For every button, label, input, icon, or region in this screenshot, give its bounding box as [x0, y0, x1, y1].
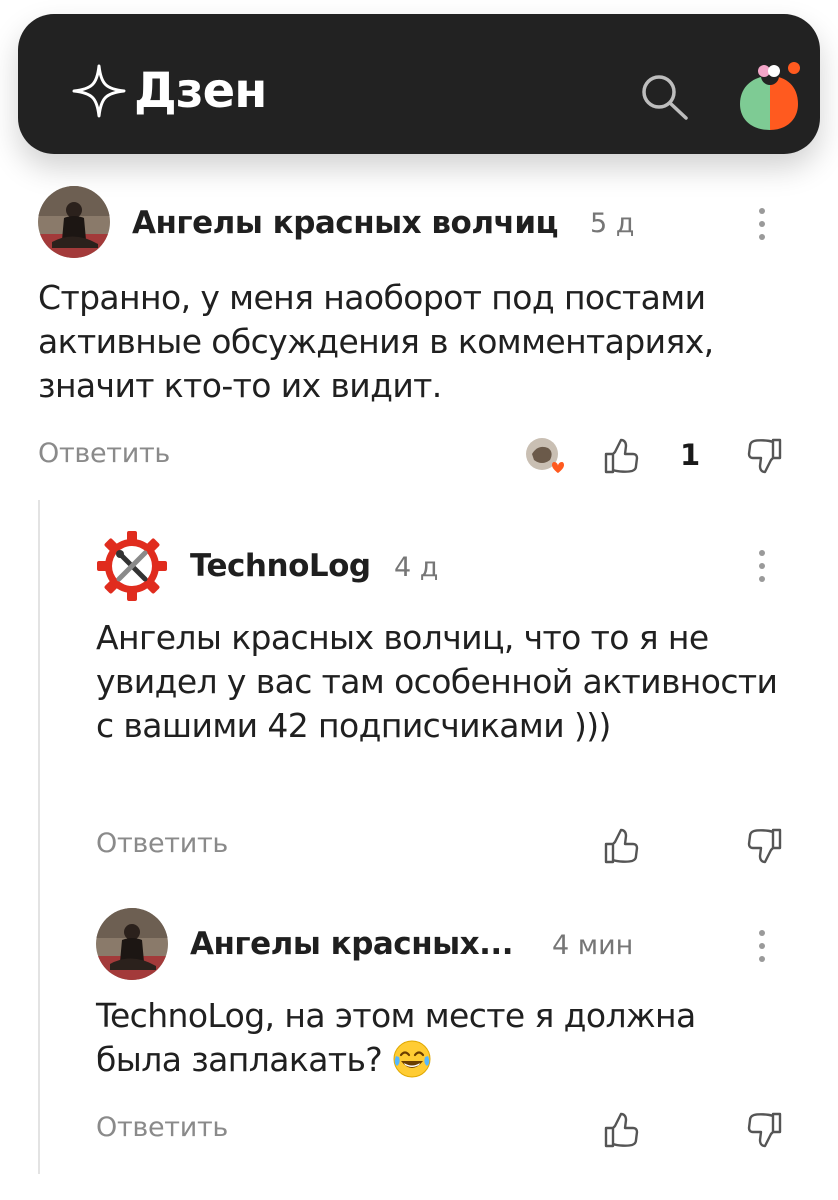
- dzen-logo[interactable]: Дзен: [72, 63, 267, 119]
- comment-text: Странно, у меня наоборот под постами акт…: [38, 278, 714, 405]
- comment-author[interactable]: Ангелы красных...: [190, 926, 513, 962]
- thread-line: [38, 500, 40, 1174]
- comment-time: 5 д: [590, 208, 635, 239]
- thumbs-up-icon: [604, 438, 639, 474]
- dot: [759, 576, 765, 582]
- thumbs-down-icon: [747, 438, 782, 474]
- comment-time: 4 д: [394, 552, 439, 583]
- search-button[interactable]: [638, 72, 692, 122]
- reply-button[interactable]: Ответить: [96, 828, 228, 859]
- comment-author[interactable]: TechnoLog: [190, 548, 371, 584]
- reply-button[interactable]: Ответить: [38, 438, 170, 469]
- dislike-button[interactable]: [744, 436, 784, 476]
- user-photo-icon: [96, 908, 168, 980]
- dot: [759, 221, 765, 227]
- comment-time: 4 мин: [552, 930, 634, 961]
- dot: [759, 208, 765, 214]
- laughing-emoji-icon: [392, 1039, 432, 1079]
- avatar[interactable]: [96, 908, 168, 980]
- like-button[interactable]: [602, 1110, 642, 1150]
- thumbs-up-icon: [604, 1112, 639, 1148]
- comment-text: Ангелы красных волчиц, что то я не увиде…: [96, 618, 778, 745]
- gear-tools-icon: [97, 531, 167, 601]
- account-button[interactable]: [734, 60, 806, 132]
- more-options-button[interactable]: [752, 204, 772, 244]
- dot: [759, 550, 765, 556]
- like-count: 1: [680, 438, 701, 472]
- user-photo-icon: [38, 186, 110, 258]
- more-options-button[interactable]: [752, 546, 772, 586]
- liked-by-author-avatar: [524, 436, 568, 476]
- dislike-button[interactable]: [744, 1110, 784, 1150]
- top-bar: Дзен: [18, 14, 820, 154]
- liker-avatar-icon: [526, 438, 564, 473]
- like-button[interactable]: [602, 826, 642, 866]
- dot: [759, 956, 765, 962]
- thumbs-up-icon: [604, 828, 639, 864]
- dot: [759, 234, 765, 240]
- search-icon: [642, 75, 688, 120]
- avatar[interactable]: [96, 530, 168, 602]
- like-button[interactable]: [602, 436, 642, 476]
- thumbs-down-icon: [747, 828, 782, 864]
- comment-author[interactable]: Ангелы красных волчиц: [132, 205, 559, 241]
- dot: [759, 943, 765, 949]
- comment-text: TechnoLog, на этом месте я должна была з…: [96, 994, 776, 1082]
- dot: [759, 563, 765, 569]
- reply-button[interactable]: Ответить: [96, 1112, 228, 1143]
- account-avatar-icon: [740, 62, 800, 130]
- dot: [759, 930, 765, 936]
- dislike-button[interactable]: [744, 826, 784, 866]
- thumbs-down-icon: [747, 1112, 782, 1148]
- more-options-button[interactable]: [752, 926, 772, 966]
- sparkle-icon: [72, 64, 126, 118]
- avatar[interactable]: [38, 186, 110, 258]
- logo-text: Дзен: [134, 63, 267, 119]
